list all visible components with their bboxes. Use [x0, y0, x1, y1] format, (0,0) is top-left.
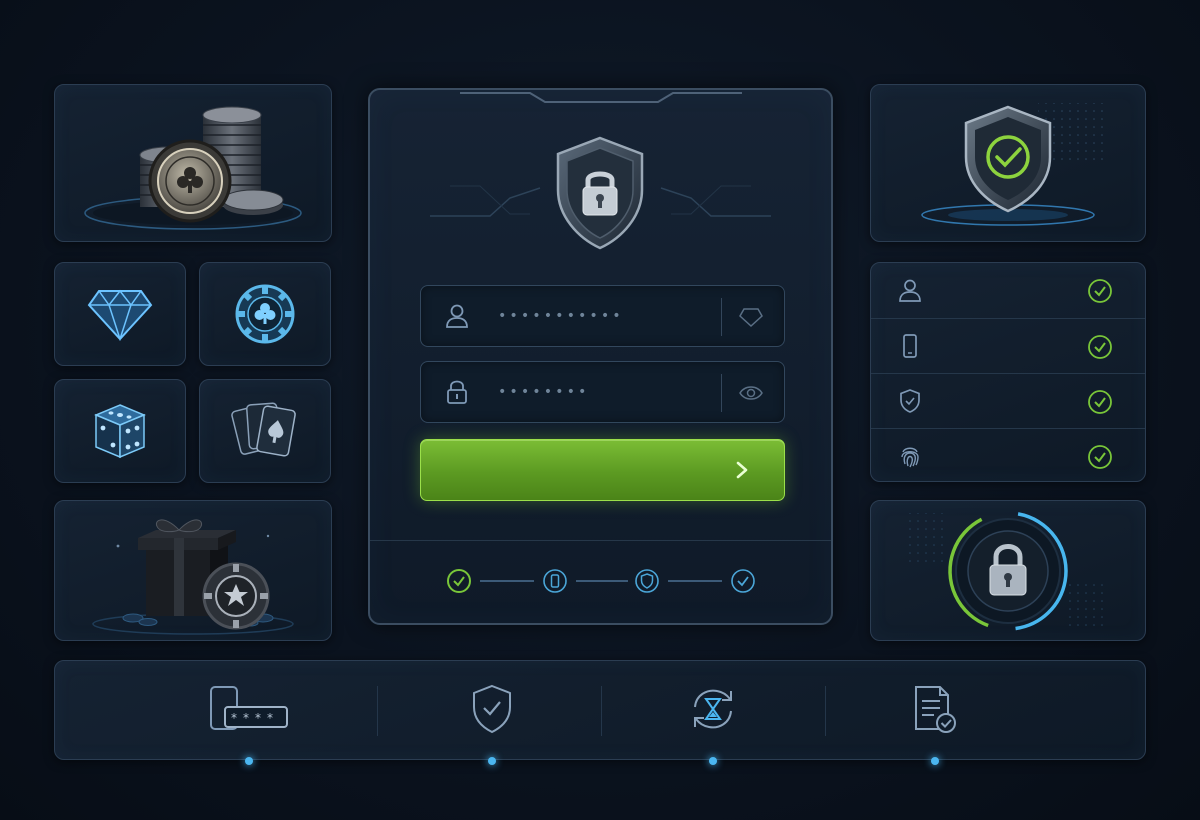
shield-check-icon: [473, 684, 511, 734]
feature-document-check[interactable]: [823, 661, 1047, 765]
diamond-tile[interactable]: [54, 262, 186, 366]
playing-cards-icon: [231, 402, 296, 457]
phone-icon: [903, 334, 917, 358]
step-shield-icon: [635, 569, 659, 593]
page: { "theme": { "background": "#0b131f", "p…: [0, 0, 1200, 820]
lock-progress-ring: [908, 510, 1108, 631]
document-check-icon: [915, 686, 956, 733]
security-row-shield[interactable]: [871, 373, 1145, 428]
security-checklist: [870, 262, 1146, 482]
shield-check-icon: [921, 103, 1104, 226]
diamond-outline-icon[interactable]: [738, 306, 764, 328]
shield-lock-icon: [556, 136, 644, 250]
shield-icon: [900, 389, 920, 413]
chip-stack-tile[interactable]: [54, 84, 332, 242]
poker-chip-club-icon: [235, 284, 295, 344]
shield-check-panel: [870, 84, 1146, 242]
password-input[interactable]: [496, 374, 716, 410]
username-field[interactable]: [420, 285, 785, 347]
lock-icon: [447, 380, 467, 404]
username-input[interactable]: [496, 298, 716, 334]
dice-tile[interactable]: [54, 379, 186, 483]
eye-icon[interactable]: [738, 382, 764, 404]
phone-pin-icon: * * * *: [210, 686, 288, 730]
gift-box-chip-icon: [92, 519, 294, 635]
user-icon: [899, 279, 921, 302]
login-separator: [370, 540, 831, 541]
diamond-icon: [87, 289, 153, 341]
field-divider: [721, 374, 722, 412]
svg-text:*: *: [231, 711, 237, 725]
check-circle-icon: [1088, 445, 1112, 469]
user-icon: [446, 304, 468, 328]
svg-text:*: *: [255, 711, 261, 725]
chevron-right-icon: [736, 461, 748, 479]
step-connector: [668, 580, 722, 582]
hourglass-refresh-icon: [694, 689, 732, 729]
indicator-dot: [245, 757, 253, 765]
chip-tile[interactable]: [199, 262, 331, 366]
security-row-fingerprint[interactable]: [871, 428, 1145, 483]
step-phone-icon: [543, 569, 567, 593]
gift-tile[interactable]: [54, 500, 332, 641]
check-circle-icon: [1088, 335, 1112, 359]
check-circle-icon: [1088, 279, 1112, 303]
step-connector: [480, 580, 534, 582]
bottom-divider: [377, 686, 378, 736]
indicator-dot: [488, 757, 496, 765]
field-divider: [721, 298, 722, 336]
indicator-dot: [709, 757, 717, 765]
feature-shield-check[interactable]: [380, 661, 604, 765]
step-check-icon: [447, 569, 471, 593]
password-field[interactable]: [420, 361, 785, 423]
feature-hourglass-refresh[interactable]: [601, 661, 825, 765]
svg-text:*: *: [267, 711, 273, 725]
cards-tile[interactable]: [199, 379, 331, 483]
bottom-feature-bar: * * * *: [54, 660, 1146, 765]
fingerprint-icon: [901, 447, 919, 468]
security-row-user[interactable]: [871, 263, 1145, 318]
feature-phone-pin[interactable]: * * * *: [137, 661, 361, 765]
poker-chip-stack-icon: [84, 106, 302, 230]
svg-text:*: *: [243, 711, 249, 725]
check-circle-icon: [1088, 390, 1112, 414]
login-panel: [368, 88, 833, 625]
step-final-check-icon: [731, 569, 755, 593]
dice-icon: [94, 404, 146, 459]
step-connector: [576, 580, 628, 582]
indicator-dot: [931, 757, 939, 765]
lock-progress-panel: [870, 500, 1146, 641]
security-row-phone[interactable]: [871, 318, 1145, 373]
submit-button[interactable]: [420, 439, 785, 501]
